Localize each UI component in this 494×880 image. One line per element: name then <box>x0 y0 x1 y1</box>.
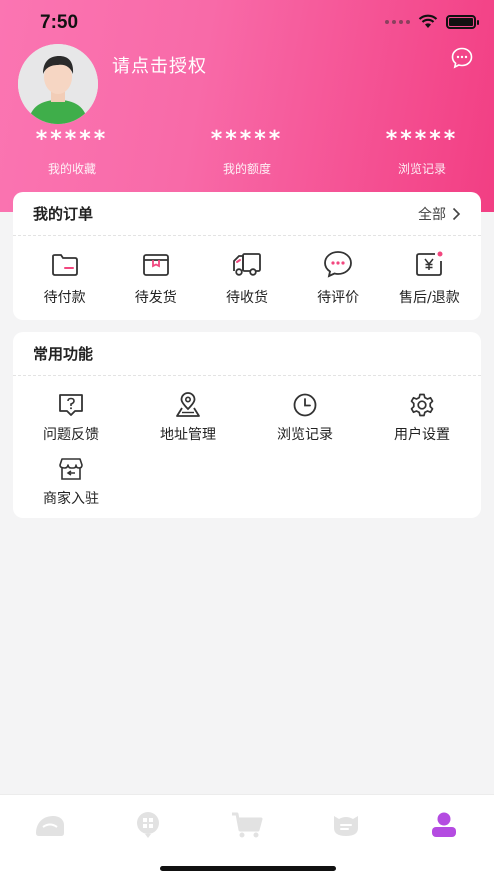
avatar-person-icon <box>18 44 98 124</box>
box-icon <box>142 254 169 276</box>
order-item-label: 待付款 <box>43 290 86 306</box>
home-icon <box>36 816 64 836</box>
tab-home[interactable] <box>30 807 70 843</box>
order-item-label: 售后/退款 <box>398 290 460 306</box>
tab-cart[interactable] <box>227 807 267 843</box>
order-status-row: 待付款 待发货 待收货 待评价 售后/退款 <box>13 236 481 320</box>
tab-profile[interactable] <box>424 807 464 843</box>
signal-icon <box>385 19 410 24</box>
functions-grid: 问题反馈 地址管理 浏览记录 用户设置 商家入驻 <box>13 376 481 516</box>
stat-label: 我的额度 <box>222 162 271 176</box>
order-item-label: 待收货 <box>225 290 268 306</box>
view-all-orders-link[interactable]: 全部 <box>418 204 461 224</box>
battery-icon <box>446 14 479 29</box>
message-icon <box>334 816 358 836</box>
status-time: 7:50 <box>40 12 79 33</box>
category-icon <box>137 812 159 838</box>
function-settings[interactable]: 用户设置 <box>367 392 477 444</box>
shop-icon <box>59 458 83 480</box>
orders-title: 我的订单 <box>33 205 94 223</box>
authorize-prompt[interactable]: 请点击授权 <box>112 52 207 78</box>
function-merchant-join[interactable]: 商家入驻 <box>16 456 126 508</box>
order-after-sales[interactable]: 售后/退款 <box>384 249 474 307</box>
help-icon <box>59 394 83 416</box>
gear-icon <box>410 393 434 417</box>
functions-title: 常用功能 <box>33 345 94 363</box>
order-pending-receipt[interactable]: 待收货 <box>202 249 292 307</box>
location-icon <box>176 392 200 417</box>
stat-value: ***** <box>210 127 284 152</box>
orders-card: 我的订单 全部 待付款 待发货 待收货 待评价 售后/退款 <box>13 192 481 320</box>
truck-icon <box>233 253 261 276</box>
order-pending-payment[interactable]: 待付款 <box>20 249 110 307</box>
status-icons <box>385 14 479 29</box>
view-all-label: 全部 <box>418 206 446 223</box>
function-history[interactable]: 浏览记录 <box>250 392 360 444</box>
stat-favorites[interactable]: ***** 我的收藏 <box>12 126 132 177</box>
profile-stats: ***** 我的收藏 ***** 我的额度 ***** 浏览记录 <box>0 126 494 186</box>
status-bar: 7:50 <box>0 0 494 46</box>
functions-card-header: 常用功能 <box>13 332 481 376</box>
stat-value: ***** <box>385 127 459 152</box>
stat-label: 浏览记录 <box>397 162 446 176</box>
stat-label: 我的收藏 <box>47 162 96 176</box>
functions-card: 常用功能 问题反馈 地址管理 浏览记录 用户设置 商家入驻 <box>13 332 481 518</box>
stat-credit[interactable]: ***** 我的额度 <box>187 126 307 177</box>
refund-icon <box>416 251 443 276</box>
cart-icon <box>232 812 263 838</box>
stat-history[interactable]: ***** 浏览记录 <box>362 126 482 177</box>
function-address[interactable]: 地址管理 <box>133 392 243 444</box>
stat-value: ***** <box>35 127 109 152</box>
home-indicator <box>160 866 336 871</box>
function-label: 浏览记录 <box>277 427 333 443</box>
function-label: 地址管理 <box>160 427 216 443</box>
chevron-right-icon <box>452 207 461 220</box>
order-item-label: 待评价 <box>317 290 360 306</box>
function-feedback[interactable]: 问题反馈 <box>16 392 126 444</box>
wifi-icon <box>418 14 438 28</box>
orders-card-header: 我的订单 全部 <box>13 192 481 236</box>
function-label: 问题反馈 <box>43 427 99 443</box>
wallet-icon <box>51 254 78 276</box>
function-label: 用户设置 <box>394 427 450 443</box>
profile-icon <box>432 812 456 837</box>
avatar[interactable] <box>18 44 98 124</box>
order-pending-review[interactable]: 待评价 <box>293 249 383 307</box>
order-item-label: 待发货 <box>134 290 177 306</box>
order-pending-shipment[interactable]: 待发货 <box>111 249 201 307</box>
chat-icon[interactable] <box>450 46 474 70</box>
function-label: 商家入驻 <box>43 491 99 507</box>
clock-icon <box>293 393 317 417</box>
tab-message[interactable] <box>326 807 366 843</box>
comment-icon <box>324 251 353 278</box>
tab-category[interactable] <box>128 807 168 843</box>
